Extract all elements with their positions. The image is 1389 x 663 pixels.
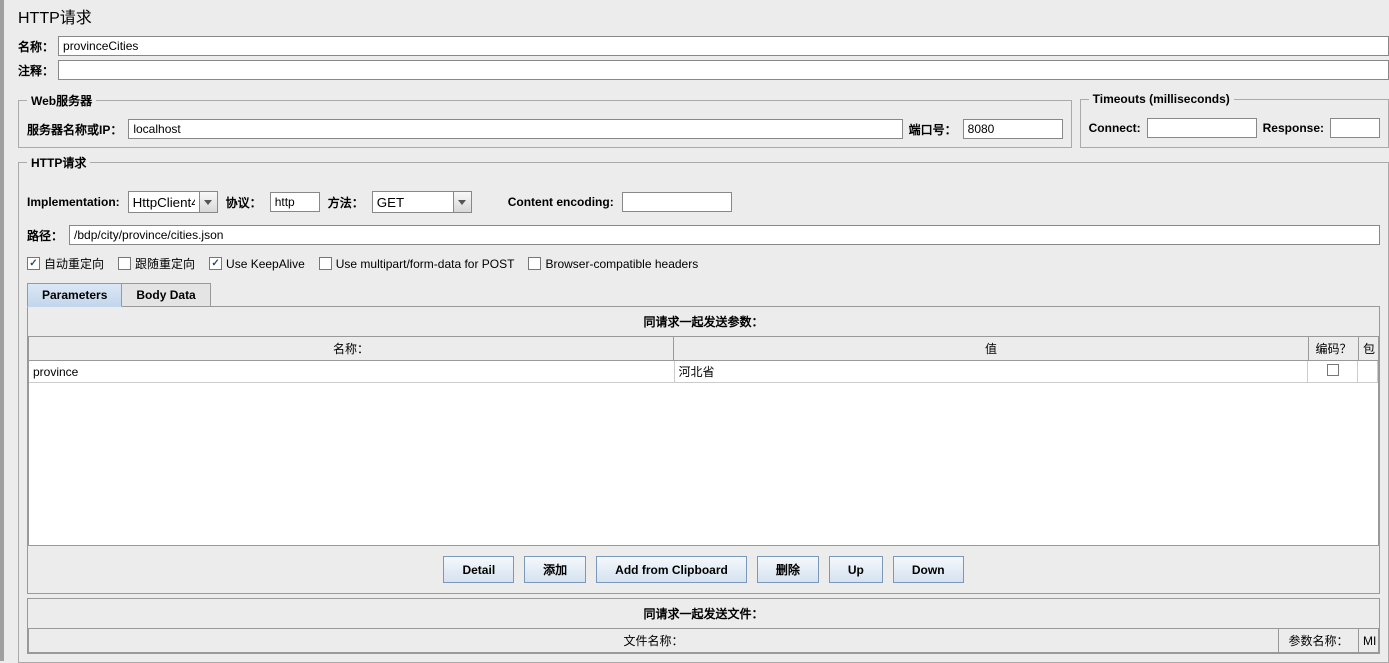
port-input[interactable]: [963, 119, 1063, 139]
browser-compat-checkbox[interactable]: [528, 257, 541, 270]
multipart-checkbox[interactable]: [319, 257, 332, 270]
multipart-label: Use multipart/form-data for POST: [336, 257, 515, 271]
impl-label: Implementation:: [27, 195, 120, 209]
connect-label: Connect:: [1089, 121, 1141, 135]
file-col-filename[interactable]: 文件名称：: [29, 629, 1279, 653]
follow-redirect-label: 跟随重定向: [135, 255, 195, 272]
webserver-legend: Web服务器: [27, 92, 96, 109]
file-col-paramname[interactable]: 参数名称：: [1279, 629, 1359, 653]
file-col-mime[interactable]: MI: [1359, 629, 1379, 653]
param-col-include[interactable]: 包: [1359, 337, 1379, 361]
param-col-name[interactable]: 名称：: [29, 337, 674, 361]
add-from-clipboard-button[interactable]: Add from Clipboard: [596, 556, 747, 583]
path-label: 路径：: [27, 227, 63, 244]
files-title: 同请求一起发送文件：: [28, 599, 1379, 628]
param-col-encode[interactable]: 编码？: [1309, 337, 1359, 361]
chevron-down-icon[interactable]: [199, 192, 217, 212]
server-input[interactable]: [128, 119, 902, 139]
implementation-select[interactable]: [128, 191, 218, 213]
auto-redirect-label: 自动重定向: [44, 255, 104, 272]
keepalive-label: Use KeepAlive: [226, 257, 305, 271]
http-request-legend: HTTP请求: [27, 154, 90, 171]
keepalive-checkbox[interactable]: [209, 257, 222, 270]
encoding-label: Content encoding:: [508, 195, 614, 209]
connect-input[interactable]: [1147, 118, 1257, 138]
param-col-value[interactable]: 值: [674, 337, 1309, 361]
param-name-cell[interactable]: province: [29, 361, 674, 383]
files-table: 文件名称： 参数名称： MI: [28, 628, 1379, 653]
page-title: HTTP请求: [4, 0, 1389, 36]
name-label: 名称：: [18, 38, 54, 55]
up-button[interactable]: Up: [829, 556, 883, 583]
server-label: 服务器名称或IP：: [27, 121, 122, 138]
response-input[interactable]: [1330, 118, 1380, 138]
method-select[interactable]: [372, 191, 472, 213]
add-button[interactable]: 添加: [524, 556, 586, 583]
tab-parameters[interactable]: Parameters: [27, 283, 122, 307]
port-label: 端口号：: [909, 121, 957, 138]
http-request-fieldset: HTTP请求 Implementation: 协议： 方法： Content e…: [18, 154, 1389, 663]
param-encode-cell[interactable]: [1308, 361, 1358, 383]
timeouts-legend: Timeouts (milliseconds): [1089, 92, 1234, 106]
encoding-input[interactable]: [622, 192, 732, 212]
response-label: Response:: [1263, 121, 1324, 135]
parameters-panel: 同请求一起发送参数： 名称： 值 编码？ 包: [27, 306, 1380, 594]
protocol-input[interactable]: [270, 192, 320, 212]
down-button[interactable]: Down: [893, 556, 964, 583]
method-value[interactable]: [373, 192, 453, 212]
auto-redirect-checkbox[interactable]: [27, 257, 40, 270]
detail-button[interactable]: Detail: [443, 556, 514, 583]
parameters-title: 同请求一起发送参数：: [28, 307, 1379, 336]
name-input[interactable]: [58, 36, 1389, 56]
path-input[interactable]: [69, 225, 1380, 245]
delete-button[interactable]: 删除: [757, 556, 819, 583]
parameters-table: 名称： 值 编码？ 包: [28, 336, 1379, 361]
follow-redirect-checkbox[interactable]: [118, 257, 131, 270]
method-label: 方法：: [328, 194, 364, 211]
protocol-label: 协议：: [226, 194, 262, 211]
webserver-fieldset: Web服务器 服务器名称或IP： 端口号：: [18, 92, 1072, 148]
comment-label: 注释：: [18, 62, 54, 79]
param-value-cell[interactable]: 河北省: [674, 361, 1308, 383]
implementation-value[interactable]: [129, 192, 199, 212]
param-include-cell[interactable]: [1358, 361, 1378, 383]
table-row[interactable]: province 河北省: [29, 361, 1378, 383]
files-panel: 同请求一起发送文件： 文件名称： 参数名称： MI: [27, 598, 1380, 654]
comment-input[interactable]: [58, 60, 1389, 80]
encode-checkbox[interactable]: [1327, 364, 1339, 376]
chevron-down-icon[interactable]: [453, 192, 471, 212]
browser-compat-label: Browser-compatible headers: [545, 257, 698, 271]
timeouts-fieldset: Timeouts (milliseconds) Connect: Respons…: [1080, 92, 1389, 148]
tab-body-data[interactable]: Body Data: [121, 283, 210, 307]
